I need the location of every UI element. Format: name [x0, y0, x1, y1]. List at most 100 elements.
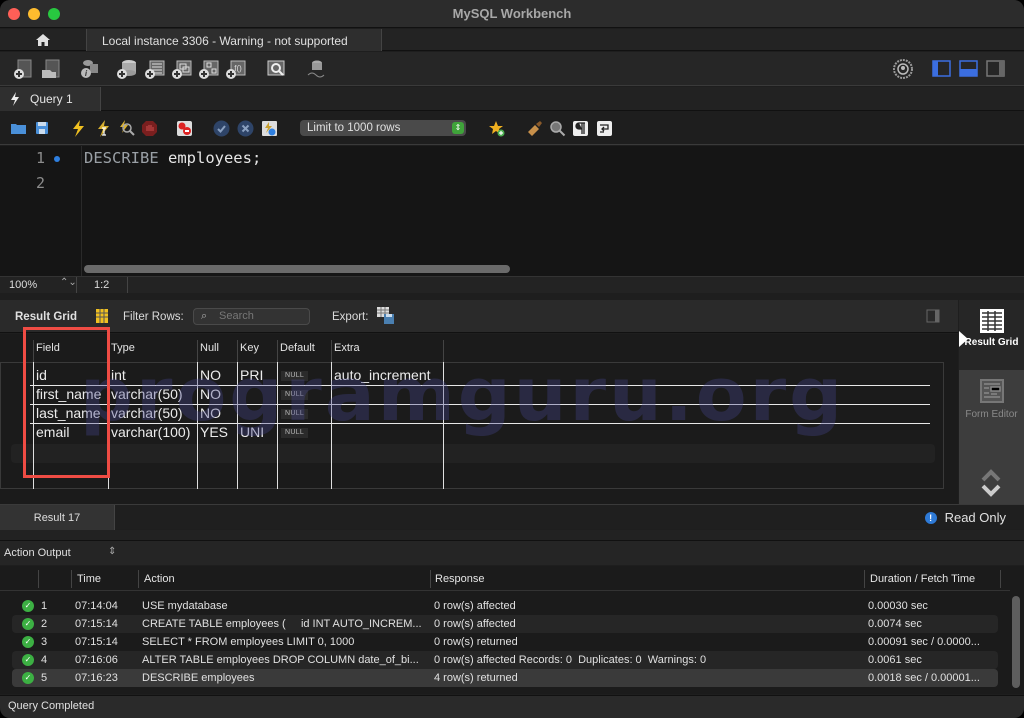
result-grid[interactable]: Field Type Null Key Default Extra id int… — [0, 334, 958, 504]
cell-extra[interactable]: auto_increment — [334, 366, 431, 385]
info-icon: ! — [924, 511, 937, 524]
cell-default-null-badge[interactable]: NULL — [281, 371, 309, 381]
column-divider — [331, 340, 332, 362]
success-icon: ✓ — [22, 600, 34, 612]
column-header-extra[interactable]: Extra — [334, 342, 360, 354]
cell-null[interactable]: NO — [200, 404, 221, 423]
cell-null[interactable]: YES — [200, 423, 228, 442]
create-procedure-icon[interactable] — [198, 58, 220, 80]
table-row[interactable]: first_name varchar(50) NO NULL — [0, 385, 944, 404]
column-header-type[interactable]: Type — [111, 342, 135, 354]
preferences-icon[interactable] — [892, 58, 914, 80]
open-sql-script-icon[interactable] — [40, 58, 62, 80]
toggle-error-icon[interactable] — [176, 120, 193, 137]
explain-icon[interactable] — [118, 120, 135, 137]
word-wrap-icon[interactable] — [596, 120, 613, 137]
action-output-row[interactable]: ✓ 1 07:14:04 USE mydatabase 0 row(s) aff… — [12, 597, 998, 615]
search-table-data-icon[interactable] — [265, 58, 287, 80]
autocommit-icon[interactable] — [261, 120, 278, 137]
beautify-icon[interactable] — [526, 120, 543, 137]
commit-icon[interactable] — [213, 120, 230, 137]
zoom-level[interactable]: 100% — [9, 279, 37, 291]
output-vertical-scrollbar[interactable] — [1012, 596, 1020, 688]
action-output-row[interactable]: ✓ 2 07:15:14 CREATE TABLE employees ( id… — [12, 615, 998, 633]
column-header-null[interactable]: Null — [200, 342, 219, 354]
open-file-icon[interactable] — [10, 120, 27, 137]
cell-type[interactable]: varchar(50) — [111, 385, 183, 404]
execute-current-icon[interactable] — [95, 120, 112, 137]
row-duration: 0.00091 sec / 0.0000... — [868, 636, 980, 648]
zoom-stepper-icon[interactable]: ⌃⌄ — [60, 277, 77, 288]
minimize-window-button[interactable] — [28, 8, 40, 20]
sql-editor[interactable]: 1 2 DESCRIBE employees; — [0, 146, 1024, 276]
connection-tab[interactable]: Local instance 3306 - Warning - not supp… — [86, 29, 382, 51]
column-header-key[interactable]: Key — [240, 342, 259, 354]
limit-rows-select[interactable]: Limit to 1000 rows ⇕ — [300, 120, 466, 136]
create-table-icon[interactable] — [144, 58, 166, 80]
create-schema-icon[interactable] — [116, 58, 138, 80]
form-editor-view-button[interactable]: Form Editor — [959, 372, 1024, 437]
line-number-gutter: 1 2 — [0, 146, 82, 276]
zoom-window-button[interactable] — [48, 8, 60, 20]
splitter[interactable] — [0, 530, 1024, 540]
output-type-select[interactable]: Action Output — [4, 547, 71, 559]
schema-inspector-icon[interactable]: i — [78, 58, 100, 80]
table-row[interactable]: id int NO PRI NULL auto_increment — [0, 366, 944, 385]
cell-type[interactable]: varchar(50) — [111, 404, 183, 423]
save-icon[interactable] — [34, 120, 51, 137]
action-output-row[interactable]: ✓ 4 07:16:06 ALTER TABLE employees DROP … — [12, 651, 998, 669]
cell-null[interactable]: NO — [200, 366, 221, 385]
execute-icon[interactable] — [70, 120, 87, 137]
cell-null[interactable]: NO — [200, 385, 221, 404]
cell-key[interactable]: UNI — [240, 423, 264, 442]
statement-marker-icon — [54, 156, 60, 162]
column-header-action[interactable]: Action — [144, 573, 175, 585]
invisible-chars-icon[interactable] — [572, 120, 589, 137]
scroll-views-icon[interactable] — [980, 468, 1002, 498]
mysql-workbench-window: MySQL Workbench Local instance 3306 - Wa… — [0, 0, 1024, 718]
query-tab[interactable]: Query 1 — [0, 87, 101, 111]
cell-type[interactable]: int — [111, 366, 126, 385]
find-icon[interactable] — [549, 120, 566, 137]
grid-columns-icon[interactable] — [96, 309, 108, 323]
result-tab[interactable]: Result 17 — [0, 505, 115, 530]
row-action: USE mydatabase — [142, 600, 228, 612]
read-only-indicator: ! Read Only — [924, 510, 1006, 525]
export-icon[interactable] — [377, 307, 395, 325]
cell-default-null-badge[interactable]: NULL — [281, 409, 309, 419]
new-sql-tab-icon[interactable] — [12, 58, 34, 80]
table-row[interactable]: last_name varchar(50) NO NULL — [0, 404, 944, 423]
action-output-row-selected[interactable]: ✓ 5 07:16:23 DESCRIBE employees 4 row(s)… — [12, 669, 998, 687]
column-header-response[interactable]: Response — [435, 573, 485, 585]
toggle-sidebar-icon[interactable] — [931, 58, 953, 80]
filter-rows-search-input[interactable]: ⌕ Search — [193, 308, 310, 325]
add-snippet-icon[interactable] — [488, 120, 505, 137]
close-window-button[interactable] — [8, 8, 20, 20]
reconnect-icon[interactable] — [305, 58, 327, 80]
column-header-default[interactable]: Default — [280, 342, 315, 354]
result-grid-view-label: Result Grid — [964, 337, 1019, 348]
table-row[interactable]: email varchar(100) YES UNI NULL — [0, 423, 944, 442]
cell-type[interactable]: varchar(100) — [111, 423, 190, 442]
stop-icon[interactable] — [141, 120, 158, 137]
editor-horizontal-scrollbar[interactable] — [84, 265, 510, 273]
create-view-icon[interactable] — [171, 58, 193, 80]
column-header-time[interactable]: Time — [77, 573, 101, 585]
toggle-output-icon[interactable] — [958, 58, 980, 80]
toggle-panel-icon[interactable] — [926, 309, 940, 323]
create-function-icon[interactable]: f() — [225, 58, 247, 80]
cursor-position: 1:2 — [94, 279, 110, 291]
cell-default-null-badge[interactable]: NULL — [281, 428, 309, 438]
result-grid-label: Result Grid — [15, 311, 77, 323]
result-grid-view-button[interactable]: Result Grid — [959, 300, 1024, 370]
cell-default-null-badge[interactable]: NULL — [281, 390, 309, 400]
rollback-icon[interactable] — [237, 120, 254, 137]
column-header-duration[interactable]: Duration / Fetch Time — [870, 573, 975, 585]
select-stepper-icon[interactable]: ⇕ — [108, 546, 116, 557]
toggle-secondary-sidebar-icon[interactable] — [985, 58, 1007, 80]
action-output-table: Time Action Response Duration / Fetch Ti… — [0, 566, 1024, 694]
cell-key[interactable]: PRI — [240, 366, 263, 385]
home-tab[interactable] — [0, 29, 85, 51]
code-line[interactable]: DESCRIBE employees; — [84, 149, 261, 167]
action-output-row[interactable]: ✓ 3 07:15:14 SELECT * FROM employees LIM… — [12, 633, 998, 651]
